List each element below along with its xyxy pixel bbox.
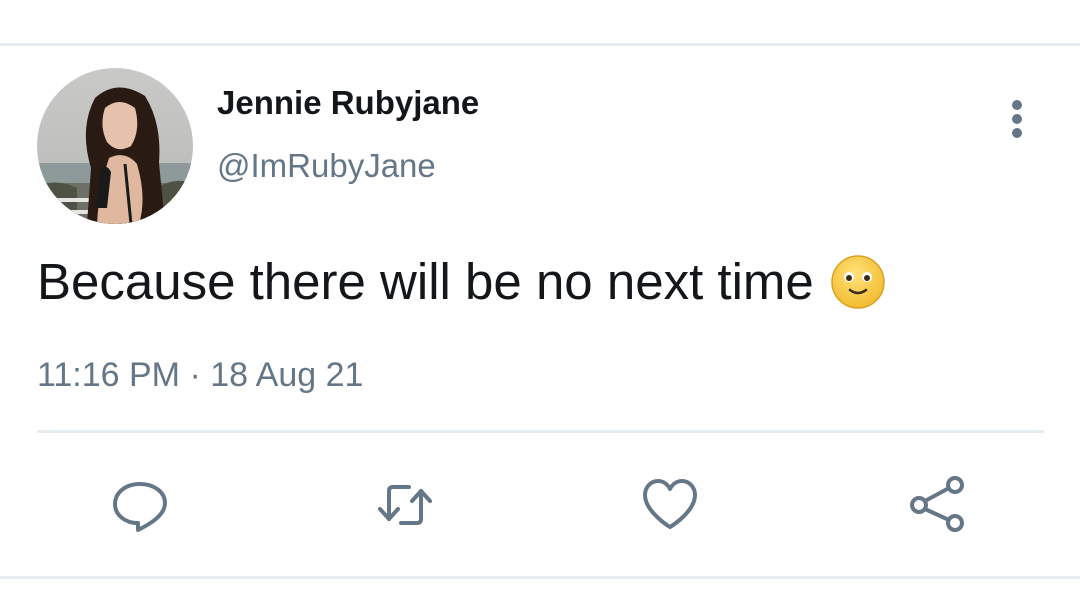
share-button[interactable] bbox=[907, 475, 967, 535]
bottom-divider bbox=[0, 576, 1080, 579]
tweet-time: 11:16 PM bbox=[37, 356, 181, 394]
like-button[interactable] bbox=[640, 475, 700, 535]
retweet-icon bbox=[378, 485, 432, 525]
avatar-photo bbox=[37, 68, 193, 224]
tweet-text-content: Because there will be no next time bbox=[37, 253, 814, 310]
tweet-text: Because there will be no next time bbox=[37, 252, 886, 311]
actions-divider bbox=[37, 430, 1044, 433]
author-display-name[interactable]: Jennie Rubyjane bbox=[217, 84, 479, 122]
top-divider bbox=[0, 43, 1080, 46]
reply-icon bbox=[113, 482, 167, 532]
retweet-button[interactable] bbox=[375, 475, 435, 535]
timestamp-separator: · bbox=[189, 356, 201, 394]
slightly-smiling-face-icon bbox=[830, 254, 886, 310]
tweet-date: 18 Aug 21 bbox=[210, 356, 364, 394]
more-options-button[interactable] bbox=[1000, 97, 1034, 141]
more-vertical-icon bbox=[1012, 100, 1022, 138]
share-icon bbox=[910, 476, 964, 532]
avatar[interactable] bbox=[37, 68, 193, 224]
reply-button[interactable] bbox=[110, 475, 170, 535]
tweet-timestamp[interactable]: 11:16 PM · 18 Aug 21 bbox=[37, 356, 363, 395]
heart-icon bbox=[643, 479, 697, 529]
author-handle[interactable]: @ImRubyJane bbox=[217, 147, 436, 185]
